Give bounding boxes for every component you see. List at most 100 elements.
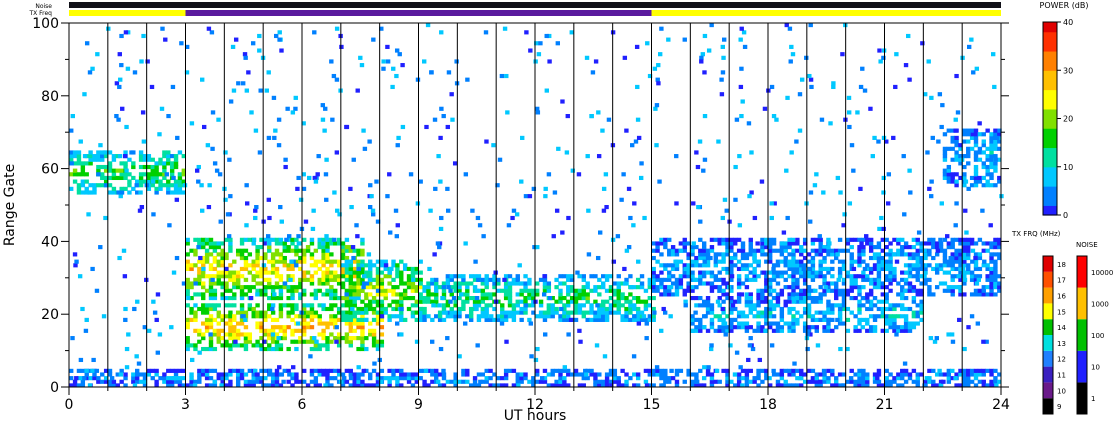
echo-cell (138, 179, 144, 184)
echo-cell (752, 270, 757, 275)
echo-cell (942, 175, 948, 181)
scatter-cell (82, 92, 87, 97)
echo-cell (290, 303, 295, 308)
scatter-cell (298, 197, 304, 202)
echo-cell (239, 368, 245, 373)
x-tick-label: 18 (759, 397, 777, 413)
echo-cell (302, 274, 307, 279)
echo-cell (872, 281, 878, 286)
scatter-cell (849, 143, 855, 148)
echo-cell (756, 328, 761, 333)
echo-cell (371, 317, 377, 322)
echo-cell (888, 317, 893, 322)
echo-cell (752, 274, 757, 279)
echo-cell (663, 241, 668, 246)
scatter-cell (894, 52, 899, 57)
echo-cell (177, 368, 183, 373)
echo-cell (138, 379, 144, 384)
scatter-cell (287, 234, 292, 239)
echo-cell (352, 259, 357, 264)
echo-cell (535, 314, 540, 319)
echo-cell (814, 274, 819, 279)
echo-cell (884, 296, 889, 301)
scatter-cell (556, 146, 561, 151)
scatter-cell (151, 212, 156, 217)
echo-cell (896, 248, 901, 253)
echo-cell (402, 292, 408, 297)
echo-cell (674, 266, 680, 272)
echo-cell (604, 306, 610, 312)
echo-cell (911, 299, 917, 304)
echo-cell (430, 281, 435, 286)
echo-cell (849, 285, 854, 290)
echo-cell (92, 183, 97, 188)
echo-cell (962, 252, 967, 257)
echo-cell (981, 263, 986, 268)
echo-cell (900, 325, 905, 330)
echo-cell (321, 274, 326, 279)
echo-cell (325, 288, 330, 293)
echo-cell (635, 317, 641, 322)
echo-cell (290, 263, 295, 268)
scatter-cell (631, 223, 636, 228)
echo-cell (503, 292, 509, 297)
echo-cell (744, 376, 750, 381)
echo-cell (593, 285, 598, 290)
echo-cell (868, 270, 874, 275)
echo-cell (593, 317, 598, 322)
echo-cell (511, 277, 517, 282)
txfreq-colorbar-cell (1043, 398, 1053, 414)
echo-cell (612, 303, 618, 308)
echo-cell (783, 285, 788, 290)
echo-cell (251, 310, 256, 315)
scatter-cell (279, 372, 285, 377)
echo-cell (900, 248, 905, 253)
echo-cell (348, 336, 353, 341)
echo-cell (430, 379, 435, 384)
echo-cell (107, 168, 113, 173)
echo-cell (752, 248, 757, 253)
noise-colorbar-cell (1077, 287, 1087, 320)
echo-cell (709, 376, 715, 381)
echo-cell (861, 259, 866, 264)
echo-cell (993, 164, 998, 170)
echo-cell (410, 372, 416, 377)
echo-cell (321, 255, 326, 261)
echo-cell (779, 372, 785, 377)
echo-cell (410, 296, 416, 301)
echo-cell (515, 379, 520, 384)
scatter-cell (463, 241, 468, 246)
echo-cell (484, 277, 489, 282)
echo-cell (756, 314, 761, 319)
scatter-cell (354, 223, 359, 228)
echo-cell (779, 314, 785, 319)
echo-cell (523, 310, 528, 315)
echo-cell (274, 241, 280, 246)
echo-cell (391, 376, 396, 381)
echo-cell (278, 277, 284, 282)
echo-cell (663, 277, 668, 282)
echo-cell (286, 274, 291, 279)
echo-cell (321, 321, 326, 326)
echo-cell (655, 241, 660, 246)
echo-cell (849, 288, 854, 293)
echo-cell (752, 252, 757, 257)
echo-cell (294, 314, 299, 319)
echo-cell (795, 292, 800, 297)
echo-cell (938, 241, 944, 246)
echo-cell (674, 288, 680, 293)
echo-cell (989, 379, 994, 384)
echo-cell (989, 139, 994, 144)
scatter-cell (253, 208, 258, 213)
echo-cell (472, 303, 478, 308)
echo-cell (484, 292, 489, 297)
echo-cell (274, 296, 280, 301)
echo-cell (589, 288, 594, 293)
echo-cell (966, 368, 971, 373)
echo-cell (643, 317, 649, 322)
echo-cell (232, 317, 237, 322)
scatter-cell (632, 314, 637, 319)
scatter-cell (929, 95, 934, 100)
echo-cell (678, 241, 684, 246)
echo-cell (286, 314, 291, 319)
